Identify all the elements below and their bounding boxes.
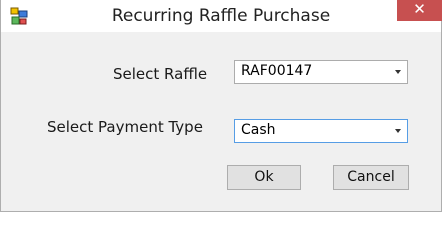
select-raffle-label: Select Raffle (113, 65, 208, 83)
chevron-down-icon (395, 70, 401, 74)
select-payment-type-label: Select Payment Type (47, 118, 203, 136)
payment-type-dropdown[interactable]: Cash (234, 119, 408, 143)
chevron-down-icon (395, 129, 401, 133)
cancel-button[interactable]: Cancel (333, 165, 409, 190)
raffle-selected-value: RAF00147 (241, 63, 313, 79)
close-button[interactable]: ✕ (397, 0, 442, 21)
window-title: Recurring Raffle Purchase (111, 6, 331, 26)
dialog-body: Select Raffle RAF00147 Select Payment Ty… (9, 40, 434, 193)
dialog-window: Recurring Raffle Purchase ✕ Select Raffl… (0, 0, 442, 212)
payment-type-selected-value: Cash (241, 122, 276, 138)
close-icon: ✕ (413, 0, 426, 18)
ok-button[interactable]: Ok (227, 165, 301, 190)
title-bar[interactable]: Recurring Raffle Purchase ✕ (1, 0, 442, 32)
raffle-dropdown[interactable]: RAF00147 (234, 60, 408, 84)
